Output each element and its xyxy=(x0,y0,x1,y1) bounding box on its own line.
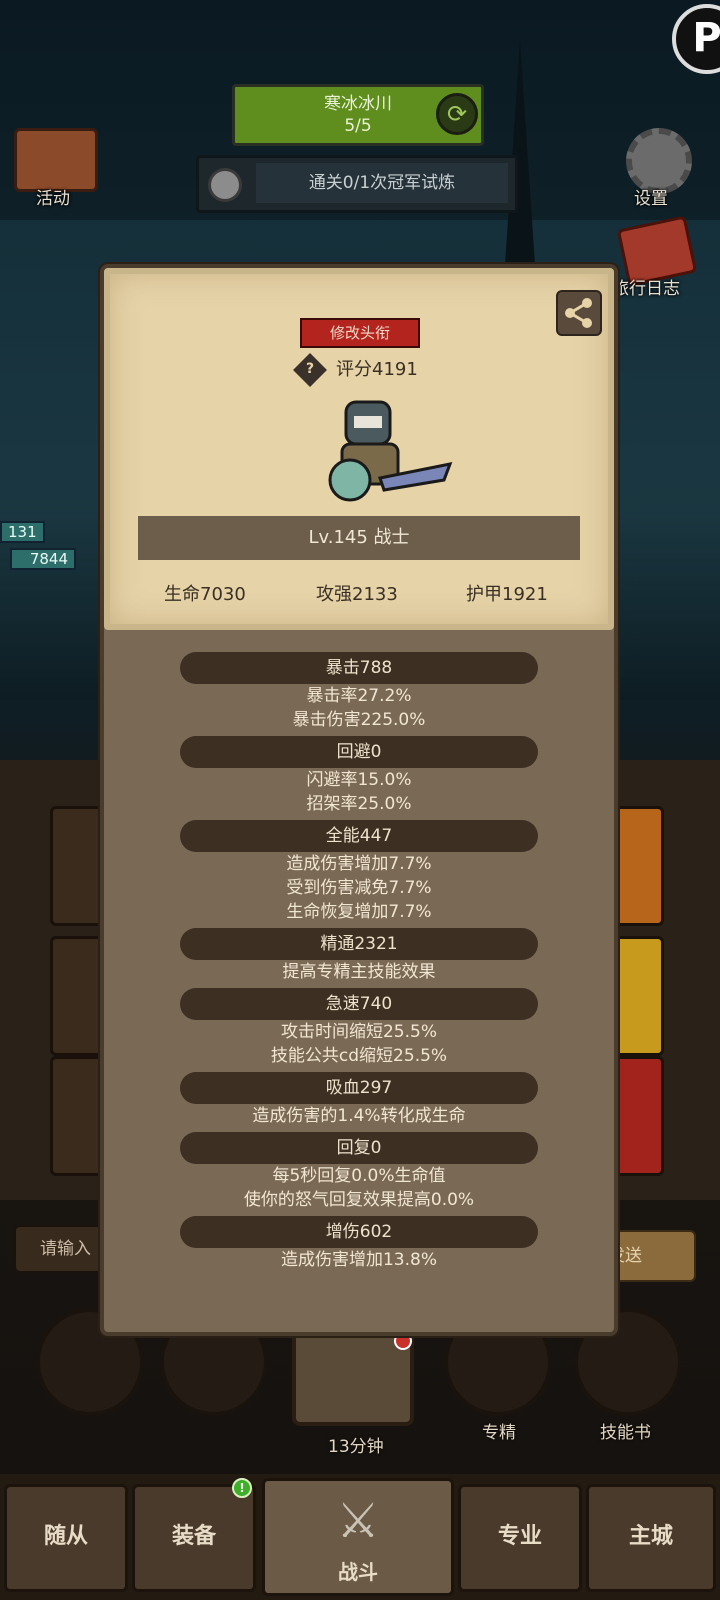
nav-followers[interactable]: 随从 xyxy=(4,1484,128,1592)
corner-logo-icon[interactable]: P xyxy=(672,4,720,74)
stat-header: 回复0 xyxy=(180,1132,538,1164)
stat-header: 增伤602 xyxy=(180,1216,538,1248)
stat-header: 急速740 xyxy=(180,988,538,1020)
activity-icon[interactable] xyxy=(14,128,98,192)
stat-line: 使你的怒气回复效果提高0.0% xyxy=(243,1190,475,1210)
stat-line: 招架率25.0% xyxy=(306,794,412,814)
stat-line: 每5秒回复0.0%生命值 xyxy=(272,1166,446,1186)
stat-line: 闪避率15.0% xyxy=(306,770,412,790)
chat-input[interactable]: 请输入 xyxy=(14,1225,106,1273)
travel-log-label: 旅行日志 xyxy=(612,279,680,299)
level-class-bar: Lv.145 战士 xyxy=(138,516,580,560)
stat-line: 造成伤害增加7.7% xyxy=(286,854,432,874)
score-text: 评分4191 xyxy=(336,359,418,380)
armor-stat: 护甲1921 xyxy=(466,584,548,605)
chest-timer: 13分钟 xyxy=(328,1437,384,1457)
stat-header: 精通2321 xyxy=(180,928,538,960)
refresh-icon[interactable]: ⟳ xyxy=(436,93,478,135)
equipment-badge: ! xyxy=(232,1478,252,1498)
help-icon-glyph: ? xyxy=(305,361,315,377)
stat-line: 受到伤害减免7.7% xyxy=(286,878,432,898)
settings-label: 设置 xyxy=(634,189,668,209)
stat-line: 暴击伤害225.0% xyxy=(292,710,426,730)
stat-line: 技能公共cd缩短25.5% xyxy=(270,1046,448,1066)
stat-header: 吸血297 xyxy=(180,1072,538,1104)
nav-main-city[interactable]: 主城 xyxy=(586,1484,716,1592)
rename-title-button[interactable]: 修改头衔 xyxy=(300,318,420,348)
game-screen: 寒冰冰川 5/5 ⟳ 通关0/1次冠军试炼 活动 设置 旅行日志 P 131 7… xyxy=(0,0,720,1600)
stat-header: 全能447 xyxy=(180,820,538,852)
share-icon xyxy=(565,298,592,328)
nav-battle-label: 战斗 xyxy=(338,1560,378,1584)
stat-line: 提高专精主技能效果 xyxy=(282,962,436,982)
stat-line: 生命恢复增加7.7% xyxy=(286,902,432,922)
share-button[interactable] xyxy=(556,290,602,336)
stat-line: 造成伤害的1.4%转化成生命 xyxy=(252,1106,466,1126)
nav-equipment[interactable]: 装备 xyxy=(132,1484,256,1592)
quest-text: 通关0/1次冠军试炼 xyxy=(256,163,508,203)
stat-line: 攻击时间缩短25.5% xyxy=(280,1022,437,1042)
hp-number: 7844 xyxy=(10,548,76,570)
nav-profession[interactable]: 专业 xyxy=(458,1484,582,1592)
hp-number: 131 xyxy=(0,521,45,543)
crossed-swords-icon: ⚔ xyxy=(336,1493,380,1549)
mastery-label: 专精 xyxy=(482,1423,516,1443)
attack-stat: 攻强2133 xyxy=(316,584,398,605)
quest-icon xyxy=(208,168,242,202)
stat-header: 暴击788 xyxy=(180,652,538,684)
hero-avatar xyxy=(328,400,453,502)
nav-battle[interactable]: ⚔ 战斗 xyxy=(262,1478,454,1596)
stat-line: 暴击率27.2% xyxy=(306,686,412,706)
activity-label: 活动 xyxy=(36,189,70,209)
hp-stat: 生命7030 xyxy=(164,584,246,605)
stat-line: 造成伤害增加13.8% xyxy=(280,1250,437,1270)
stat-header: 回避0 xyxy=(180,736,538,768)
skill-book-label: 技能书 xyxy=(600,1423,651,1443)
